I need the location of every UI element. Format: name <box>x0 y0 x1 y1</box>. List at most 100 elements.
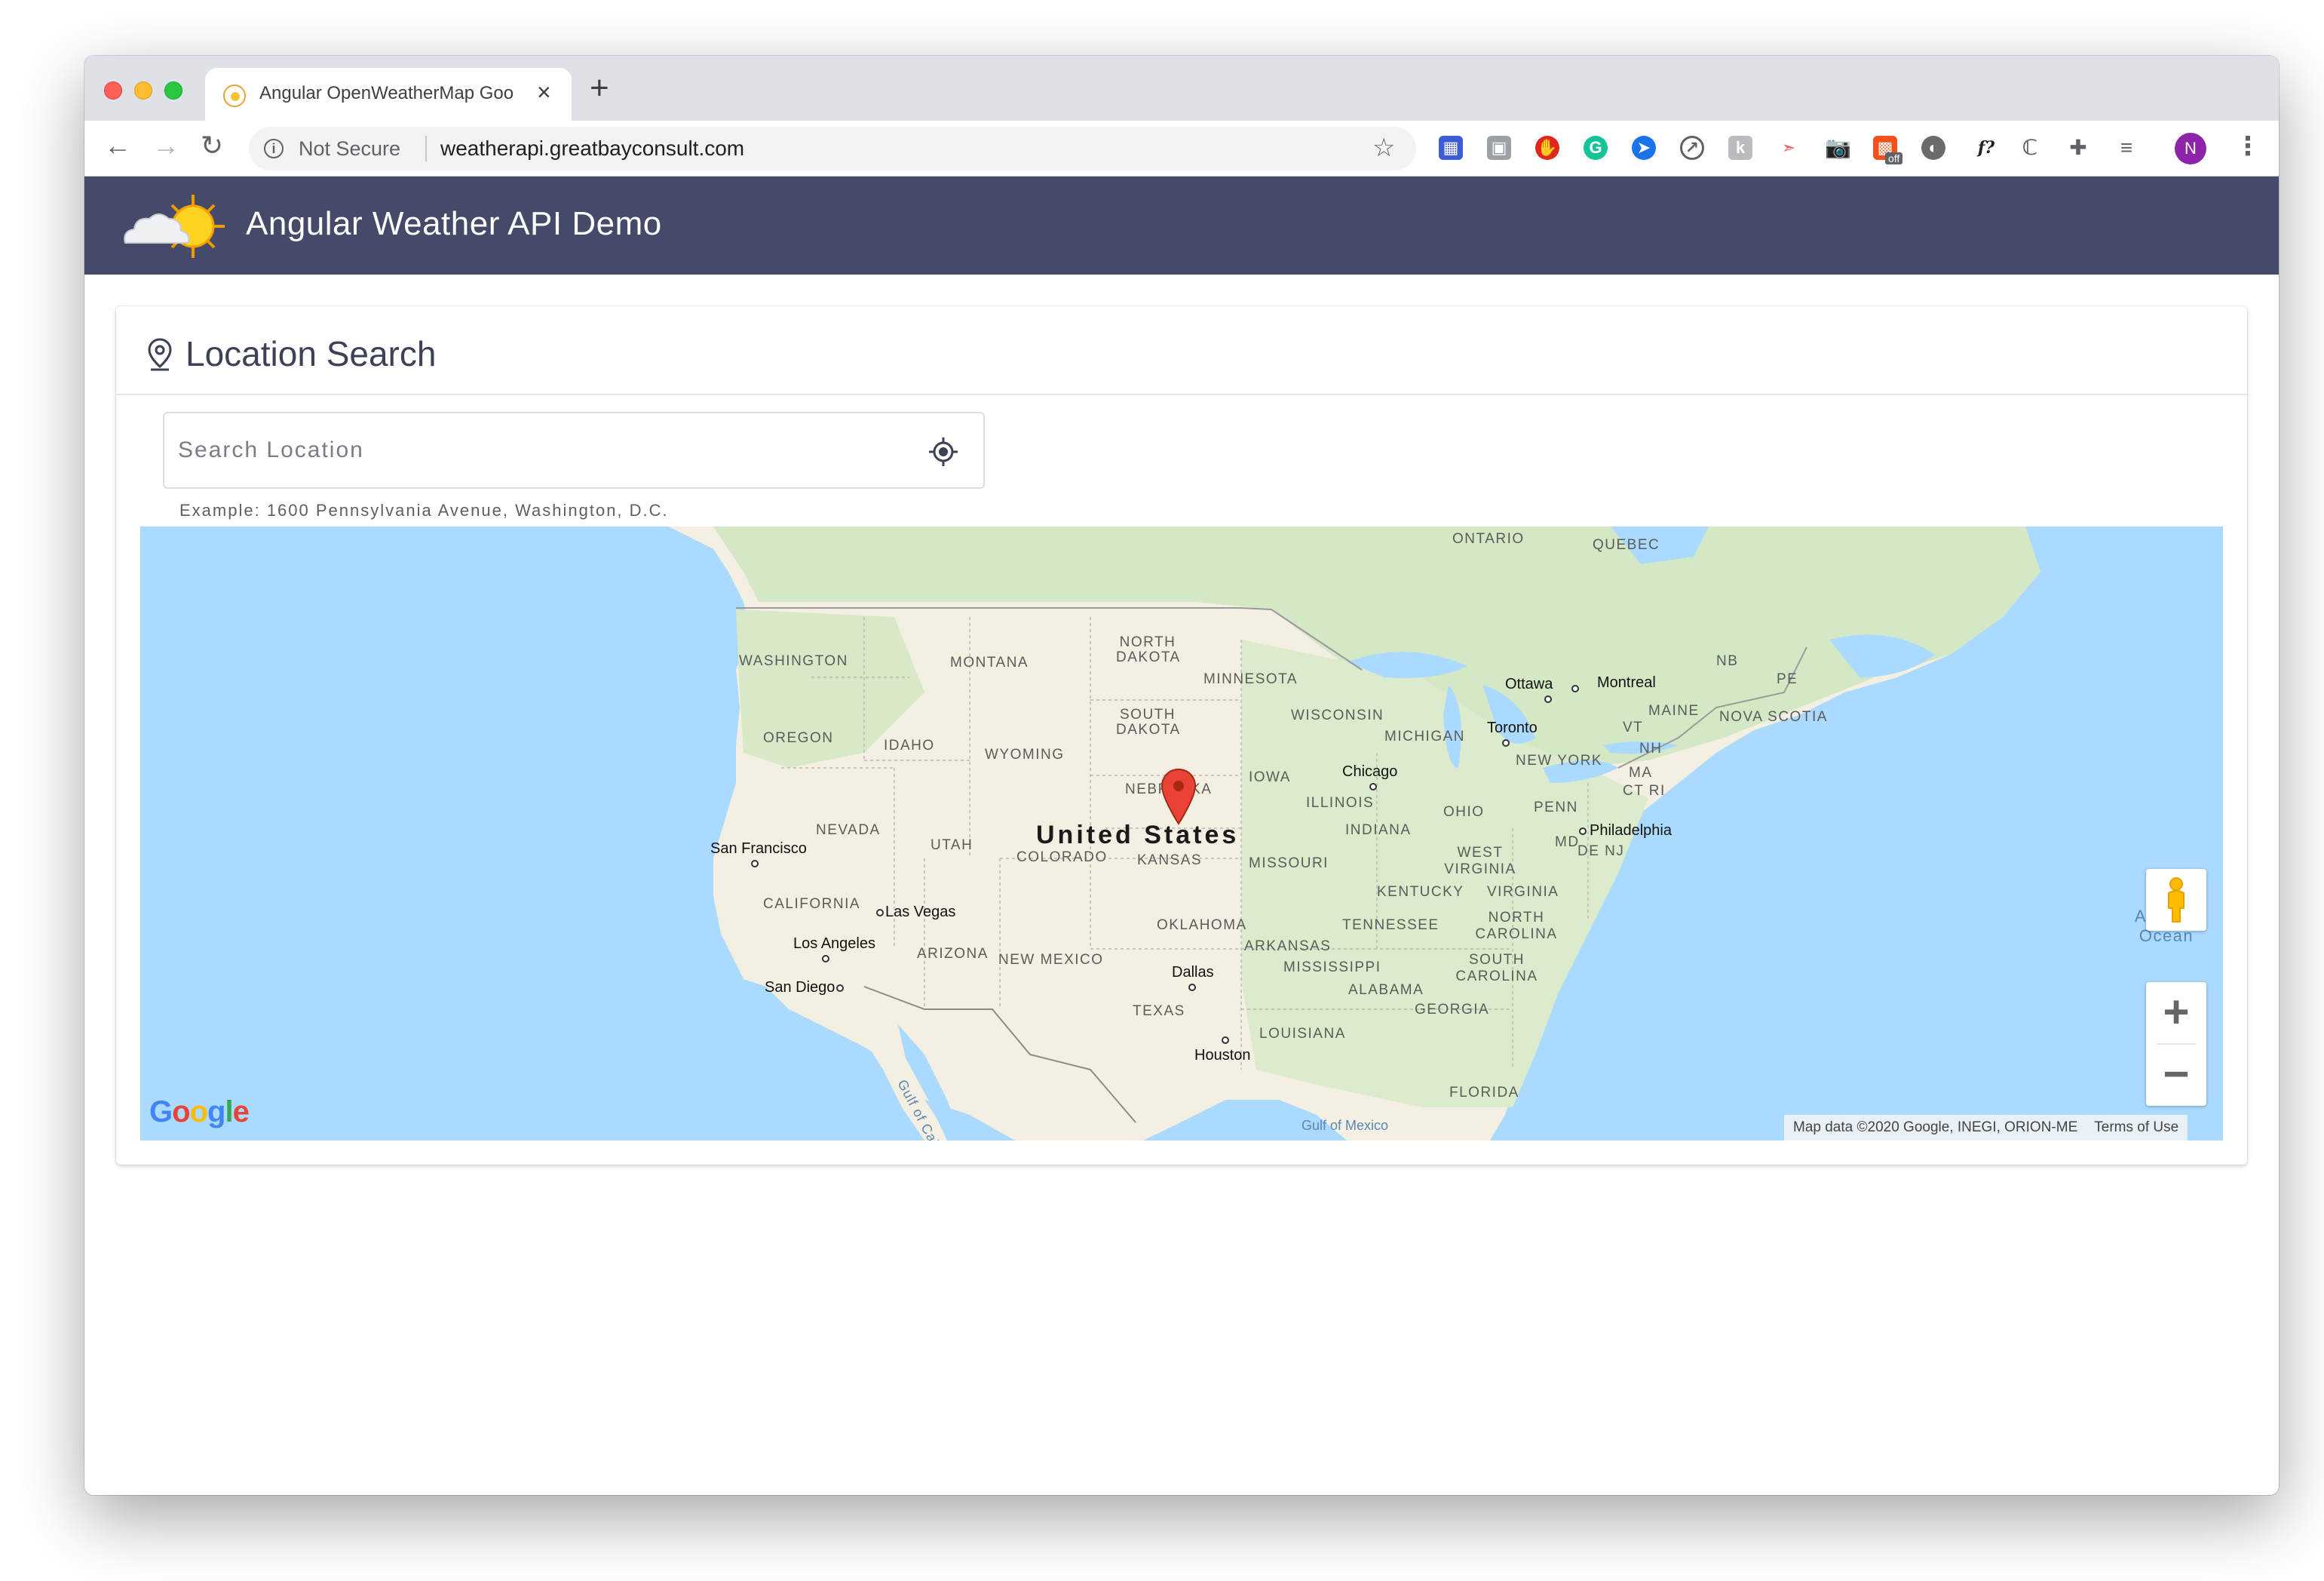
location-pin-icon <box>148 338 172 371</box>
info-icon[interactable]: i <box>264 139 284 158</box>
map-label: NB <box>1716 653 1739 669</box>
map-label: VIRGINIA <box>1487 884 1559 900</box>
browser-menu-icon[interactable]: ⋮ <box>2235 131 2261 161</box>
url-text[interactable]: weatherapi.greatbayconsult.com <box>440 137 744 161</box>
media-queue-icon[interactable]: ≡ <box>2114 136 2139 160</box>
map-label: NOVA SCOTIA <box>1719 709 1828 725</box>
map-label: WYOMING <box>985 747 1065 763</box>
map-label: WEST VIRGINIA <box>1444 845 1516 877</box>
city-name: Las Vegas <box>885 904 956 920</box>
terms-of-use-link[interactable]: Terms of Use <box>2094 1119 2178 1135</box>
extension-grid-icon[interactable]: ▦ <box>1439 136 1463 160</box>
city-label: Philadelphia <box>1579 822 1672 840</box>
close-window-button[interactable] <box>104 81 122 100</box>
map-label: ILLINOIS <box>1306 795 1375 811</box>
map-label: MAINE <box>1648 703 1700 719</box>
map-label: CALIFORNIA <box>763 896 861 912</box>
my-location-icon[interactable] <box>927 436 959 468</box>
extension-adblock-icon[interactable]: ✋ <box>1535 136 1559 160</box>
map-label: CT RI <box>1623 783 1666 799</box>
app-title: Angular Weather API Demo <box>246 205 662 242</box>
search-field[interactable] <box>163 412 985 489</box>
back-icon[interactable]: ← <box>104 130 131 161</box>
extension-f-icon[interactable]: f? <box>1970 136 2003 160</box>
map-label: GEORGIA <box>1415 1002 1490 1018</box>
map-label: PENN <box>1534 800 1578 815</box>
city-name: Houston <box>1194 1047 1251 1064</box>
map-label: ARKANSAS <box>1244 938 1332 954</box>
bookmark-star-icon[interactable]: ☆ <box>1372 133 1395 163</box>
map-label: PE <box>1777 671 1798 687</box>
zoom-in-button[interactable]: + <box>2146 982 2206 1044</box>
map-label: TEXAS <box>1133 1003 1185 1019</box>
city-label: Las Vegas <box>876 904 955 921</box>
forward-icon[interactable]: → <box>152 130 179 161</box>
extension-off-badge: off <box>1885 152 1903 164</box>
city-marker <box>1571 685 1579 692</box>
map-label: NORTH CAROLINA <box>1475 910 1558 942</box>
extension-circle-icon[interactable]: ◐ <box>1921 136 1945 160</box>
map-label: COLORADO <box>1016 849 1108 865</box>
extension-k-icon[interactable]: k <box>1728 136 1752 160</box>
city-name: Chicago <box>1342 763 1398 780</box>
google-map[interactable]: ONTARIO QUEBEC WASHINGTON MONTANA NORTH … <box>140 526 2223 1140</box>
extension-speed-icon[interactable]: ↗ <box>1680 136 1704 160</box>
city-name: San Diego <box>765 979 835 996</box>
map-label: OREGON <box>763 730 834 746</box>
map-attribution: Map data ©2020 Google, INEGI, ORION-ME Te… <box>1784 1115 2188 1140</box>
browser-toolbar: ← → ↻ i Not Secure weatherapi.greatbayco… <box>84 121 2279 177</box>
map-label: MA <box>1629 765 1653 781</box>
extension-grammarly-icon[interactable]: G <box>1584 136 1608 160</box>
zoom-control: + − <box>2146 982 2206 1106</box>
city-marker <box>1502 739 1510 747</box>
minimize-window-button[interactable] <box>134 81 152 100</box>
zoom-out-button[interactable]: − <box>2146 1044 2206 1106</box>
reload-icon[interactable]: ↻ <box>201 130 223 161</box>
map-marker-icon[interactable] <box>1160 768 1197 825</box>
map-data-text: Map data ©2020 Google, INEGI, ORION-ME <box>1793 1119 2078 1135</box>
search-location-input[interactable] <box>178 431 902 469</box>
map-label: IOWA <box>1249 769 1291 785</box>
city-name: Toronto <box>1487 720 1538 736</box>
city-marker <box>1222 1036 1229 1044</box>
map-label: SOUTH DAKOTA <box>1116 707 1181 738</box>
extension-shield-icon[interactable]: ▣ <box>1487 136 1511 160</box>
map-label: TENNESSEE <box>1342 917 1439 933</box>
city-marker <box>822 955 829 962</box>
address-bar[interactable]: i Not Secure weatherapi.greatbayconsult.… <box>249 127 1416 170</box>
city-label: San Francisco <box>710 840 807 858</box>
tab-close-icon[interactable]: × <box>537 78 551 106</box>
tab-active[interactable]: Angular OpenWeatherMap Goo × <box>205 68 572 121</box>
card-header: Location Search <box>116 306 2247 395</box>
city-label: Dallas <box>1172 964 1214 981</box>
map-label: OKLAHOMA <box>1157 917 1247 933</box>
security-label: Not Secure <box>299 137 401 160</box>
extension-camera-icon[interactable]: 📷 <box>1825 136 1851 160</box>
map-label: VT <box>1623 720 1644 735</box>
water-label: Gulf of Mexico <box>1302 1118 1389 1133</box>
city-name: Los Angeles <box>793 935 875 952</box>
map-label: SOUTH CAROLINA <box>1455 952 1538 984</box>
extension-compass-icon[interactable]: ➤ <box>1632 136 1656 160</box>
new-tab-button[interactable]: + <box>590 69 609 107</box>
extension-c-icon[interactable]: ℂ <box>2018 136 2042 160</box>
city-label: Houston <box>1194 1047 1251 1064</box>
map-label: DE NJ <box>1577 843 1625 859</box>
city-marker <box>751 860 759 867</box>
extensions-puzzle-icon[interactable]: ✚ <box>2066 136 2090 160</box>
card-title: Location Search <box>185 334 437 373</box>
weather-logo-icon <box>124 195 225 258</box>
map-label: IDAHO <box>884 738 935 754</box>
extension-arrow-icon[interactable]: ➣ <box>1777 136 1801 160</box>
city-label: Ottawa <box>1505 676 1553 693</box>
profile-avatar[interactable]: N <box>2175 133 2206 164</box>
city-name: Montreal <box>1597 674 1656 691</box>
app-header: Angular Weather API Demo <box>84 177 2279 275</box>
city-label: Toronto <box>1487 720 1538 737</box>
map-label: MICHIGAN <box>1384 729 1465 744</box>
maximize-window-button[interactable] <box>164 81 182 100</box>
city-label: Montreal <box>1571 674 1656 692</box>
address-separator <box>425 136 427 161</box>
street-view-pegman-button[interactable] <box>2146 869 2206 931</box>
city-name: Dallas <box>1172 964 1214 981</box>
